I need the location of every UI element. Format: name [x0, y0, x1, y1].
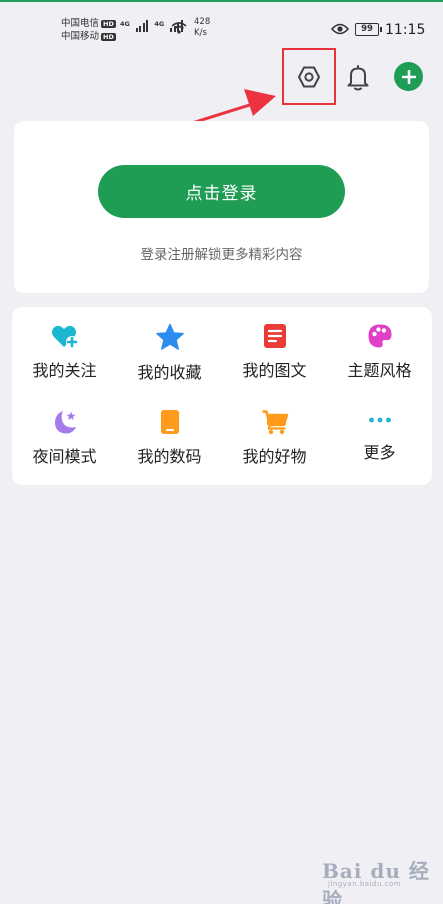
eye-icon — [331, 23, 349, 35]
speed-value: 428 — [194, 17, 211, 27]
shortcut-grid: 我的关注 我的收藏 我的图文 主题风格 夜间模式 我的数码 我的好物 更多 — [12, 307, 432, 485]
grid-item-label: 夜间模式 — [32, 447, 97, 466]
network-type-2: 4G — [154, 20, 165, 28]
status-bar: 中国电信 HD 中国移动 HD 4G 4G 428 K/s 99 11:15 — [0, 14, 443, 48]
cart-icon — [260, 409, 290, 435]
battery-indicator: 99 — [355, 23, 382, 36]
carrier-info: 中国电信 HD 中国移动 HD — [61, 17, 116, 43]
network-type-1: 4G — [120, 20, 130, 28]
grid-item-label: 更多 — [363, 443, 396, 462]
bell-icon — [347, 64, 369, 90]
add-button[interactable] — [394, 62, 423, 91]
grid-item-label: 我的好物 — [242, 447, 307, 466]
speed-unit: K/s — [194, 28, 207, 38]
grid-item-theme[interactable]: 主题风格 — [327, 307, 432, 380]
grid-item-favorites[interactable]: 我的收藏 — [117, 307, 222, 382]
moon-icon — [50, 409, 80, 435]
carrier-1: 中国电信 — [61, 18, 100, 29]
grid-item-label: 我的收藏 — [137, 363, 202, 382]
more-dots-icon — [365, 409, 395, 431]
grid-item-label: 我的图文 — [242, 361, 307, 380]
palette-icon — [365, 323, 395, 349]
document-icon — [260, 323, 290, 349]
grid-item-more[interactable]: 更多 — [327, 393, 432, 463]
watermark-url: jingyan.baidu.com — [328, 880, 402, 888]
grid-item-following[interactable]: 我的关注 — [12, 307, 117, 380]
hd-badge: HD — [101, 32, 116, 41]
plus-icon — [401, 69, 416, 84]
login-card: 点击登录 登录注册解锁更多精彩内容 — [14, 121, 429, 293]
watermark: Bai du 经验 jingyan.baidu.com — [322, 855, 443, 904]
grid-item-label: 主题风格 — [347, 361, 412, 380]
hd-badge: HD — [101, 19, 116, 28]
heart-plus-icon — [50, 323, 80, 349]
settings-button[interactable] — [282, 48, 336, 105]
star-icon — [155, 323, 185, 351]
wifi-icon — [171, 22, 187, 34]
login-button[interactable]: 点击登录 — [98, 165, 345, 218]
login-subtitle: 登录注册解锁更多精彩内容 — [140, 247, 303, 263]
top-accent-line — [0, 0, 443, 2]
carrier-2: 中国移动 — [61, 31, 100, 42]
grid-item-posts[interactable]: 我的图文 — [222, 307, 327, 380]
clock: 11:15 — [385, 22, 426, 38]
network-speed: 428 K/s — [194, 17, 210, 39]
phone-icon — [155, 409, 185, 435]
hexagon-settings-icon — [298, 66, 320, 87]
signal-bars-icon — [135, 20, 149, 32]
grid-item-label: 我的数码 — [137, 447, 202, 466]
grid-item-night-mode[interactable]: 夜间模式 — [12, 393, 117, 466]
notification-button[interactable] — [343, 60, 373, 94]
grid-item-label: 我的关注 — [32, 361, 97, 380]
grid-item-goods[interactable]: 我的好物 — [222, 393, 327, 466]
grid-item-digital[interactable]: 我的数码 — [117, 393, 222, 466]
